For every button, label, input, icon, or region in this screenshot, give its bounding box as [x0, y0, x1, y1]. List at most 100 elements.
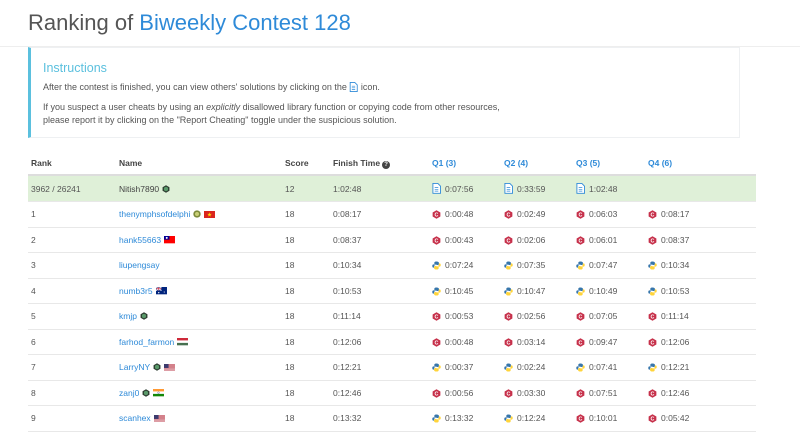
python-lang-icon[interactable] [432, 287, 441, 296]
cpp-lang-icon[interactable]: C [432, 389, 441, 398]
cpp-lang-icon[interactable]: C [648, 389, 657, 398]
svg-text:C: C [507, 238, 511, 244]
cpp-lang-icon[interactable]: C [648, 338, 657, 347]
cpp-lang-icon[interactable]: C [432, 312, 441, 321]
username-link[interactable]: liupengsay [119, 260, 160, 270]
q2-time: 0:03:14 [517, 336, 546, 347]
svg-text:C: C [435, 238, 439, 244]
python-lang-icon[interactable] [432, 261, 441, 270]
cpp-lang-icon[interactable]: C [576, 389, 585, 398]
finish-time-cell: 0:12:21 [330, 354, 429, 381]
rank-cell: 3 [28, 252, 116, 279]
col-q2[interactable]: Q2 (4) [501, 152, 573, 176]
score-cell: 18 [282, 303, 330, 330]
contest-name[interactable]: Biweekly Contest 128 [139, 10, 351, 35]
cpp-lang-icon[interactable]: C [576, 236, 585, 245]
cpp-lang-icon[interactable]: C [576, 210, 585, 219]
q3-cell: C 0:07:05 [573, 303, 645, 330]
india-flag-icon [153, 389, 165, 397]
rank-cell: 4 [28, 278, 116, 304]
cpp-lang-icon[interactable]: C [504, 389, 513, 398]
svg-text:C: C [579, 315, 583, 321]
table-row: 6 farhod_farmon 18 0:12:06 C 0:00:48 C 0:03:14 C… [28, 329, 756, 355]
cpp-lang-icon[interactable]: C [432, 338, 441, 347]
name-cell: hank55663 [116, 227, 282, 253]
username-link[interactable]: zanj0 [119, 388, 139, 398]
username-link[interactable]: kmjp [119, 311, 137, 321]
username-link[interactable]: LarryNY [119, 362, 150, 372]
australia-flag-icon [155, 287, 167, 295]
python-lang-icon[interactable] [576, 363, 585, 372]
name-cell: liupengsay [116, 252, 282, 279]
python-lang-icon[interactable] [504, 287, 513, 296]
q1-cell: 0:00:37 [429, 354, 501, 381]
python-lang-icon[interactable] [648, 363, 657, 372]
cpp-lang-icon[interactable]: C [648, 236, 657, 245]
col-q1[interactable]: Q1 (3) [429, 152, 501, 176]
cpp-lang-icon[interactable]: C [648, 312, 657, 321]
cpp-lang-icon[interactable]: C [432, 236, 441, 245]
q1-time: 0:00:43 [445, 234, 474, 245]
cpp-lang-icon[interactable]: C [504, 312, 513, 321]
q3-cell: C 0:09:47 [573, 329, 645, 355]
col-q4[interactable]: Q4 (6) [645, 152, 756, 176]
svg-text:C: C [651, 238, 655, 244]
python-lang-icon[interactable] [504, 261, 513, 270]
python-lang-icon[interactable] [648, 287, 657, 296]
q3-cell: 1:02:48 [573, 175, 645, 202]
q3-cell: C 0:06:01 [573, 227, 645, 253]
col-q3[interactable]: Q3 (5) [573, 152, 645, 176]
title-prefix: Ranking of [28, 10, 140, 35]
score-cell: 18 [282, 252, 330, 279]
name-cell: kmjp [116, 303, 282, 330]
q4-cell: 0:12:21 [645, 354, 756, 381]
name-cell: scanhex [116, 405, 282, 432]
cpp-lang-icon[interactable]: C [432, 210, 441, 219]
python-lang-icon[interactable] [576, 261, 585, 270]
score-cell: 12 [282, 175, 330, 202]
username-link[interactable]: hank55663 [119, 235, 161, 245]
q2-time: 0:02:24 [517, 362, 546, 373]
q4-cell [645, 175, 756, 202]
cpp-lang-icon[interactable]: C [576, 312, 585, 321]
score-cell: 18 [282, 329, 330, 355]
cpp-lang-icon[interactable]: C [504, 210, 513, 219]
score-cell: 18 [282, 354, 330, 381]
q3-cell: C 0:10:01 [573, 405, 645, 432]
python-lang-icon[interactable] [432, 363, 441, 372]
svg-text:C: C [507, 391, 511, 397]
solution-file-icon[interactable] [432, 183, 441, 194]
rank-cell: 1 [28, 201, 116, 228]
question-circle-icon[interactable]: ? [382, 160, 391, 169]
q1-time: 0:00:48 [445, 336, 474, 347]
username-link[interactable]: Nitish7890 [119, 184, 159, 194]
vietnam-flag-icon [204, 210, 216, 219]
svg-text:C: C [507, 340, 511, 346]
solution-file-icon[interactable] [576, 183, 585, 194]
q2-time: 0:33:59 [517, 183, 546, 194]
page-title: Ranking of Biweekly Contest 128 [28, 10, 351, 36]
python-lang-icon[interactable] [648, 261, 657, 270]
python-lang-icon[interactable] [576, 287, 585, 296]
cpp-lang-icon[interactable]: C [576, 338, 585, 347]
table-row: 8 zanj0 18 0:12:46 C 0:00:56 C 0:03:30 C 0:07:51 C… [28, 380, 756, 406]
svg-text:C: C [507, 213, 511, 219]
q3-time: 0:09:47 [589, 336, 618, 347]
username-link[interactable]: numb3r5 [119, 286, 153, 296]
q1-time: 0:07:24 [445, 260, 474, 271]
finish-time-cell: 0:13:32 [330, 405, 429, 432]
table-row: 1 thenymphsofdelphi 18 0:08:17 C 0:00:48 C 0:02… [28, 201, 756, 228]
q3-cell: C 0:06:03 [573, 201, 645, 228]
username-link[interactable]: farhod_farmon [119, 337, 174, 347]
username-link[interactable]: thenymphsofdelphi [119, 209, 190, 219]
python-lang-icon[interactable] [504, 363, 513, 372]
finish-time-cell: 0:11:14 [330, 303, 429, 330]
q2-cell: 0:10:47 [501, 278, 573, 304]
svg-text:C: C [579, 213, 583, 219]
solution-file-icon[interactable] [504, 183, 513, 194]
finish-time-cell: 0:08:17 [330, 201, 429, 228]
cpp-lang-icon[interactable]: C [648, 210, 657, 219]
q2-cell: C 0:02:56 [501, 303, 573, 330]
cpp-lang-icon[interactable]: C [504, 338, 513, 347]
cpp-lang-icon[interactable]: C [504, 236, 513, 245]
